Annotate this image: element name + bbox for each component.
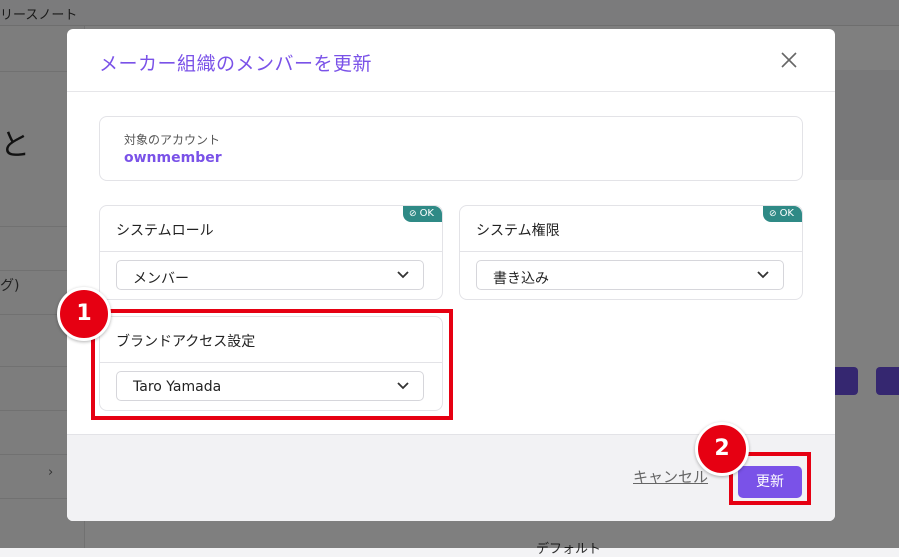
- check-circle-icon: ⊘: [409, 209, 417, 219]
- close-icon[interactable]: [779, 50, 799, 70]
- system-permission-card: ⊘ OK システム権限 書き込み: [459, 205, 803, 300]
- status-badge-label: OK: [419, 208, 434, 219]
- status-badge: ⊘ OK: [763, 206, 802, 222]
- card-divider: [460, 251, 802, 252]
- cancel-button[interactable]: キャンセル: [633, 466, 708, 487]
- dialog-title: メーカー組織のメンバーを更新: [99, 53, 373, 75]
- system-permission-title: システム権限: [476, 223, 560, 239]
- chevron-down-icon: [397, 271, 409, 279]
- chevron-down-icon: [757, 271, 769, 279]
- step1-marker: 1: [57, 287, 111, 341]
- dialog-header: メーカー組織のメンバーを更新: [67, 29, 835, 92]
- system-permission-value: 書き込み: [493, 271, 549, 287]
- system-permission-select[interactable]: 書き込み: [476, 260, 784, 290]
- target-account-value: ownmember: [124, 150, 222, 166]
- system-role-card: ⊘ OK システムロール メンバー: [99, 205, 443, 300]
- system-role-value: メンバー: [133, 271, 189, 287]
- card-divider: [100, 251, 442, 252]
- check-circle-icon: ⊘: [769, 209, 777, 219]
- status-badge-label: OK: [779, 208, 794, 219]
- target-account-label: 対象のアカウント: [124, 133, 221, 147]
- status-badge: ⊘ OK: [403, 206, 442, 222]
- step2-marker: 2: [695, 422, 749, 476]
- step1-highlight: [91, 309, 453, 420]
- system-role-title: システムロール: [116, 223, 214, 239]
- system-role-select[interactable]: メンバー: [116, 260, 424, 290]
- target-account-box: 対象のアカウント ownmember: [99, 116, 803, 181]
